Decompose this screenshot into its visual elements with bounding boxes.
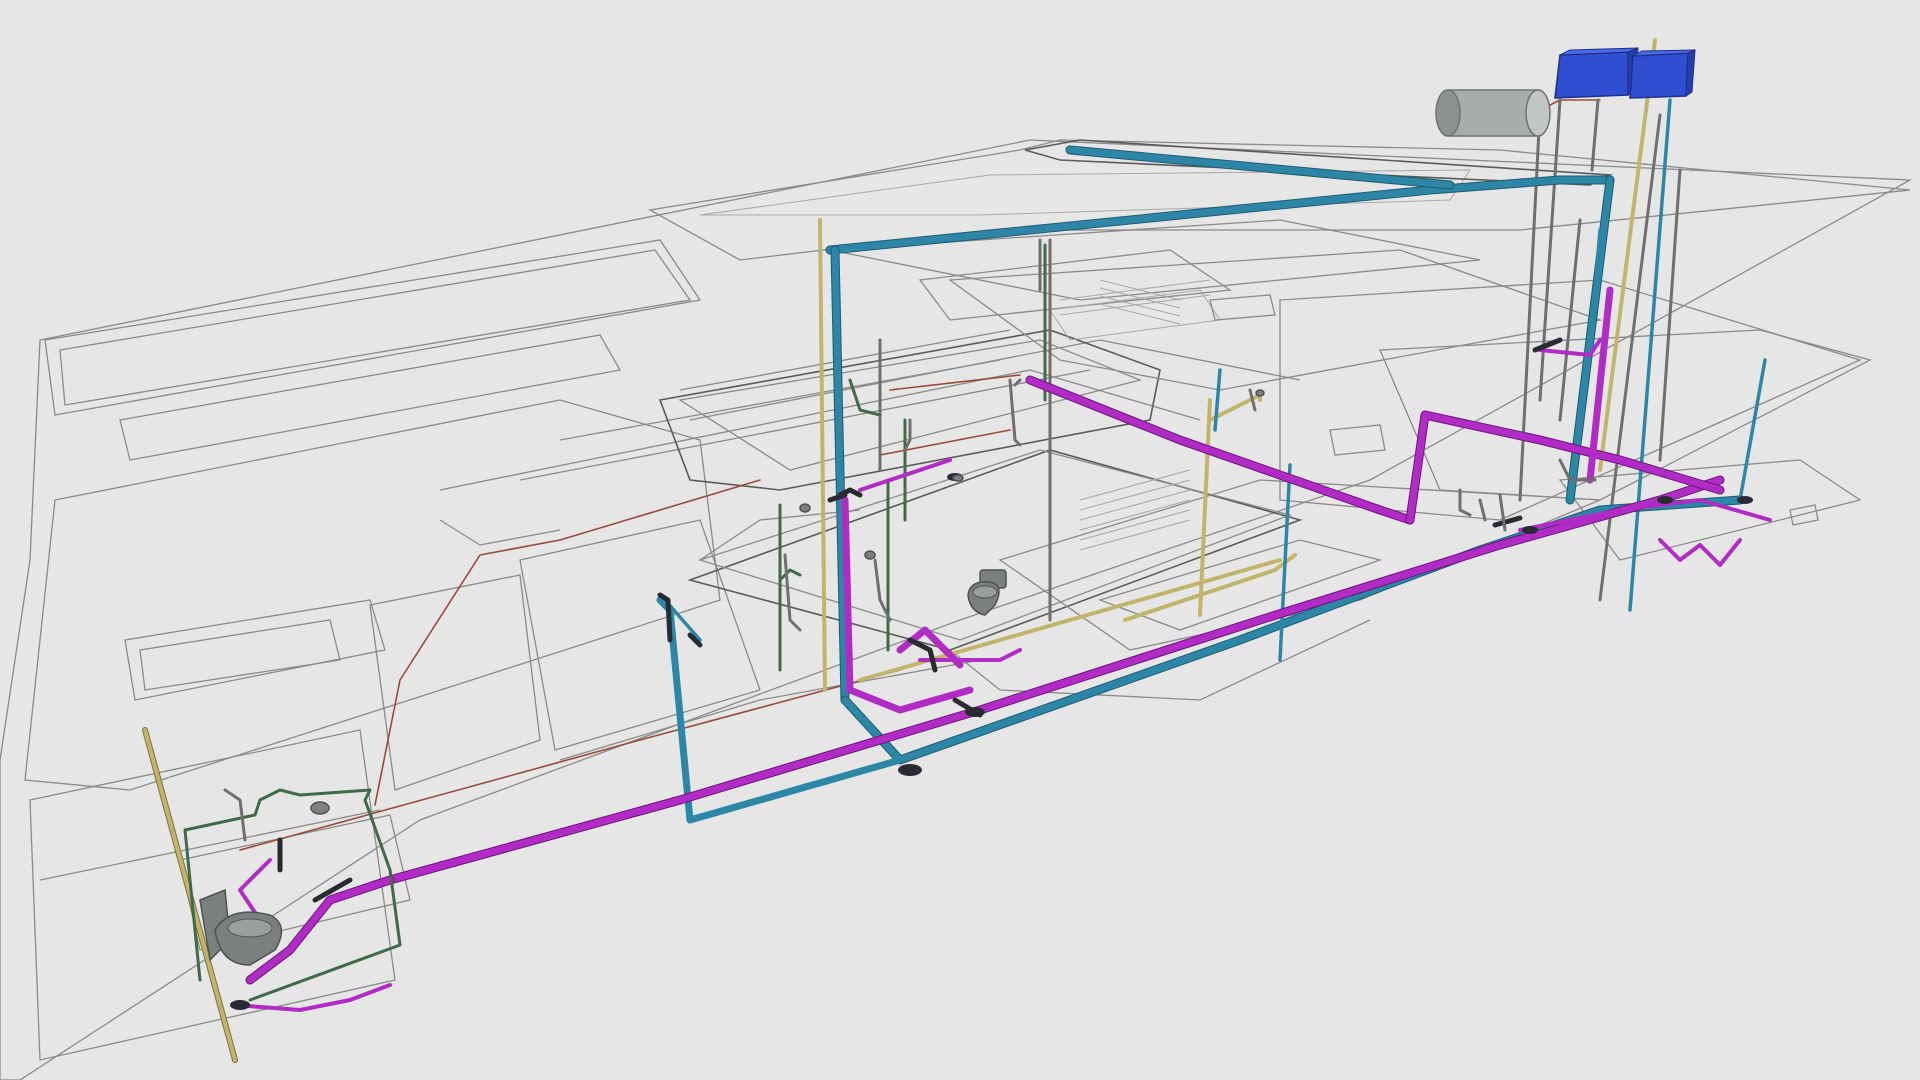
left-room-b bbox=[124, 599, 386, 701]
stair-hatch bbox=[1079, 279, 1191, 551]
mid-wall-e bbox=[679, 329, 1011, 391]
showerhead-bl bbox=[310, 801, 330, 815]
toilet-bottom-left bbox=[199, 888, 283, 966]
small-room-a bbox=[1209, 294, 1276, 321]
stub-l bbox=[223, 788, 247, 842]
hot-water-run-a bbox=[374, 479, 761, 806]
bl-gas-b bbox=[183, 828, 202, 982]
tank-right-front bbox=[1629, 52, 1689, 99]
ground-run bbox=[841, 496, 1744, 764]
ground-run-edge bbox=[840, 495, 1745, 765]
sink-fixture bbox=[952, 474, 964, 482]
model-viewport[interactable] bbox=[0, 0, 1920, 1080]
plumbing-3d-model[interactable] bbox=[0, 0, 1920, 1080]
toilet-center-seat bbox=[972, 585, 998, 599]
stub-e bbox=[783, 553, 802, 632]
floor-drain-a bbox=[898, 764, 922, 776]
center-riser bbox=[831, 246, 849, 704]
vent-stack-center bbox=[818, 218, 827, 692]
misc-outline-a bbox=[439, 519, 561, 546]
upper-riser bbox=[1213, 368, 1222, 432]
second-floor-slab bbox=[829, 219, 1481, 301]
riser-grey-e bbox=[1538, 98, 1562, 402]
ground-edge bbox=[949, 619, 1371, 701]
mid-riser bbox=[1278, 463, 1292, 662]
roof-room bbox=[918, 249, 1232, 321]
water-tank-left bbox=[1554, 47, 1639, 99]
mid-wall-b bbox=[519, 369, 1091, 481]
cylinder-body bbox=[1447, 89, 1539, 137]
gas-fixture-b bbox=[778, 568, 802, 582]
fitting-right-a bbox=[1492, 515, 1523, 528]
left-wing-upper-inner bbox=[59, 249, 692, 406]
floor-drain-e bbox=[1737, 496, 1753, 504]
floor-line bbox=[1099, 303, 1181, 325]
center-drain-a bbox=[846, 686, 974, 714]
floor-drain-g bbox=[1522, 526, 1538, 534]
showerhead-a bbox=[799, 503, 811, 513]
roof-branch bbox=[1066, 146, 1454, 189]
tank-right-side bbox=[1685, 49, 1696, 97]
cylinder-tank bbox=[1435, 89, 1551, 137]
center-drain-c bbox=[918, 648, 1022, 662]
main-drain bbox=[386, 476, 1724, 884]
water-tank-right bbox=[1629, 49, 1696, 99]
left-room-d bbox=[519, 519, 761, 751]
bl-drain-c bbox=[238, 858, 272, 922]
right-ground-slab bbox=[998, 479, 1601, 651]
floor-drain-c bbox=[230, 1000, 250, 1010]
riser-grey-h bbox=[1558, 218, 1582, 422]
floor-line bbox=[39, 809, 381, 881]
right-room bbox=[1097, 539, 1383, 631]
fixture-upper bbox=[1255, 389, 1265, 397]
small-room-c bbox=[1789, 504, 1819, 526]
gas-lines bbox=[183, 378, 882, 1002]
right-end-riser bbox=[1738, 358, 1767, 502]
left-wing-upper bbox=[44, 239, 702, 416]
cold-water-pipes bbox=[656, 145, 1767, 824]
right-drain-zigzag bbox=[1658, 538, 1742, 567]
hot-water-lines bbox=[239, 99, 1601, 851]
toilet-center bbox=[967, 569, 1007, 616]
toilet-bl-seat bbox=[227, 918, 273, 938]
showerhead-b bbox=[864, 550, 876, 560]
roof-outline bbox=[648, 139, 1911, 261]
floor-drain-b bbox=[965, 707, 985, 717]
second-floor-room bbox=[948, 249, 1603, 391]
fitting-center-d bbox=[837, 487, 863, 498]
stub-g bbox=[1458, 488, 1472, 517]
drain-riser-center bbox=[841, 496, 854, 694]
cylinder-end-left bbox=[1435, 89, 1461, 137]
stub-h bbox=[1478, 498, 1487, 522]
left-room-c bbox=[369, 574, 541, 791]
tank-left-front bbox=[1554, 51, 1629, 99]
small-room-b bbox=[1329, 424, 1386, 456]
cylinder-end-right bbox=[1525, 89, 1551, 137]
riser-grey-i bbox=[1658, 168, 1682, 462]
floor-drain-d bbox=[1657, 496, 1673, 504]
first-floor-slab bbox=[658, 329, 1161, 491]
